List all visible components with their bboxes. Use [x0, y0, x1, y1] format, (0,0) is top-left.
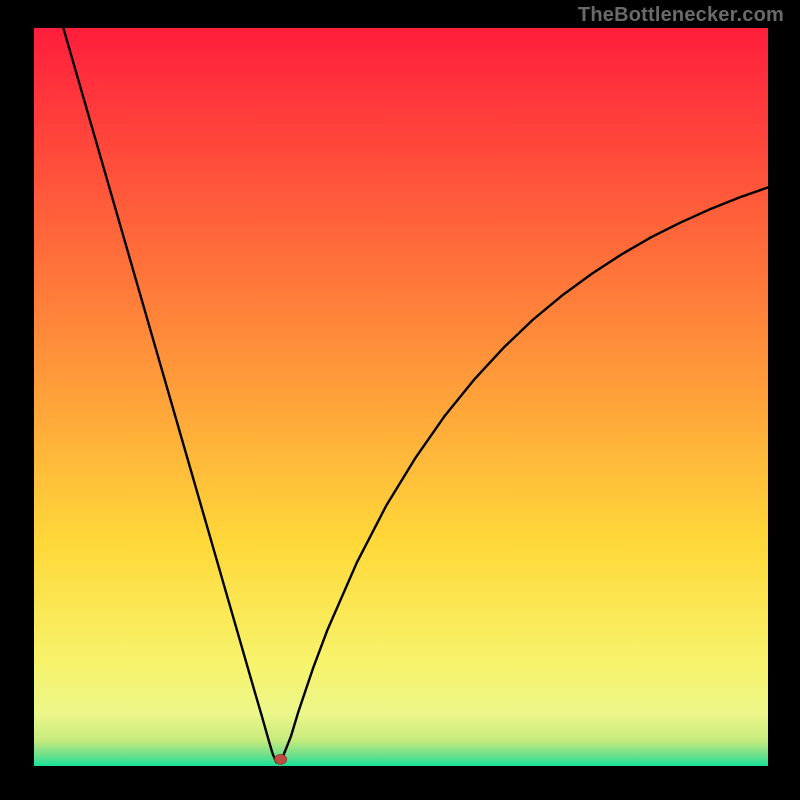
watermark-text: TheBottlenecker.com	[578, 4, 784, 27]
minimum-marker	[275, 754, 287, 764]
bottleneck-chart	[34, 28, 768, 766]
chart-frame: TheBottlenecker.com	[0, 0, 800, 800]
chart-background	[34, 28, 768, 766]
